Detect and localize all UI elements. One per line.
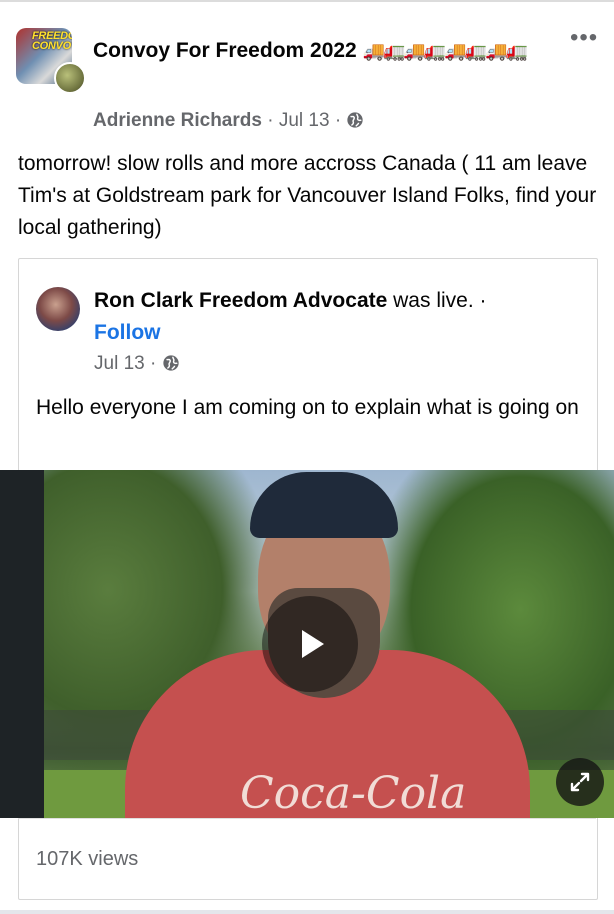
post-date-link[interactable]: Jul 13 <box>279 110 330 131</box>
group-avatar[interactable]: FREEDOM CONVOY <box>16 28 86 94</box>
post-meta: Adrienne Richards · Jul 13 · <box>93 110 364 132</box>
follow-button[interactable]: Follow <box>94 321 161 344</box>
meta-separator-2: · <box>334 110 342 131</box>
author-avatar[interactable] <box>54 62 86 94</box>
globe-icon <box>347 112 364 128</box>
play-icon <box>302 630 324 658</box>
shared-meta-separator: · <box>149 353 157 374</box>
video-foreground-post <box>0 470 44 818</box>
shared-author-link[interactable]: Ron Clark Freedom Advocate <box>94 289 387 312</box>
views-divider <box>18 818 596 819</box>
shared-author-avatar[interactable] <box>36 287 80 331</box>
top-divider <box>0 0 614 2</box>
live-status: was live. <box>393 289 474 312</box>
view-count: 107K views <box>36 848 139 870</box>
shared-post-meta: Jul 13 · <box>94 353 180 375</box>
meta-separator: · <box>267 110 274 131</box>
globe-icon <box>162 355 179 371</box>
author-name-link[interactable]: Adrienne Richards <box>93 110 262 131</box>
truck-emoji-icons: 🚚🚛🚚🚛🚚🚛🚚🚛 <box>362 41 528 61</box>
video-player[interactable]: Coca-Cola <box>0 470 614 818</box>
post-header: Convoy For Freedom 2022 🚚🚛🚚🚛🚚🚛🚚🚛 <box>93 36 533 66</box>
more-options-button[interactable]: ••• <box>570 26 598 50</box>
video-person-cap <box>250 472 398 538</box>
bottom-divider <box>0 910 614 914</box>
shared-date-link[interactable]: Jul 13 <box>94 353 145 374</box>
shared-post-header: Ron Clark Freedom Advocate was live. · F… <box>94 285 574 349</box>
video-shirt-logo: Coca-Cola <box>240 768 467 818</box>
shared-post-text: Hello everyone I am coming on to explain… <box>36 396 579 419</box>
post-text: tomorrow! slow rolls and more accross Ca… <box>18 152 597 239</box>
group-name-link[interactable]: Convoy For Freedom 2022 <box>93 39 357 62</box>
expand-icon <box>570 772 590 792</box>
play-button[interactable] <box>262 596 358 692</box>
expand-button[interactable] <box>556 758 604 806</box>
group-avatar-text: FREEDOM CONVOY <box>32 30 72 52</box>
header-separator: · <box>479 289 487 312</box>
